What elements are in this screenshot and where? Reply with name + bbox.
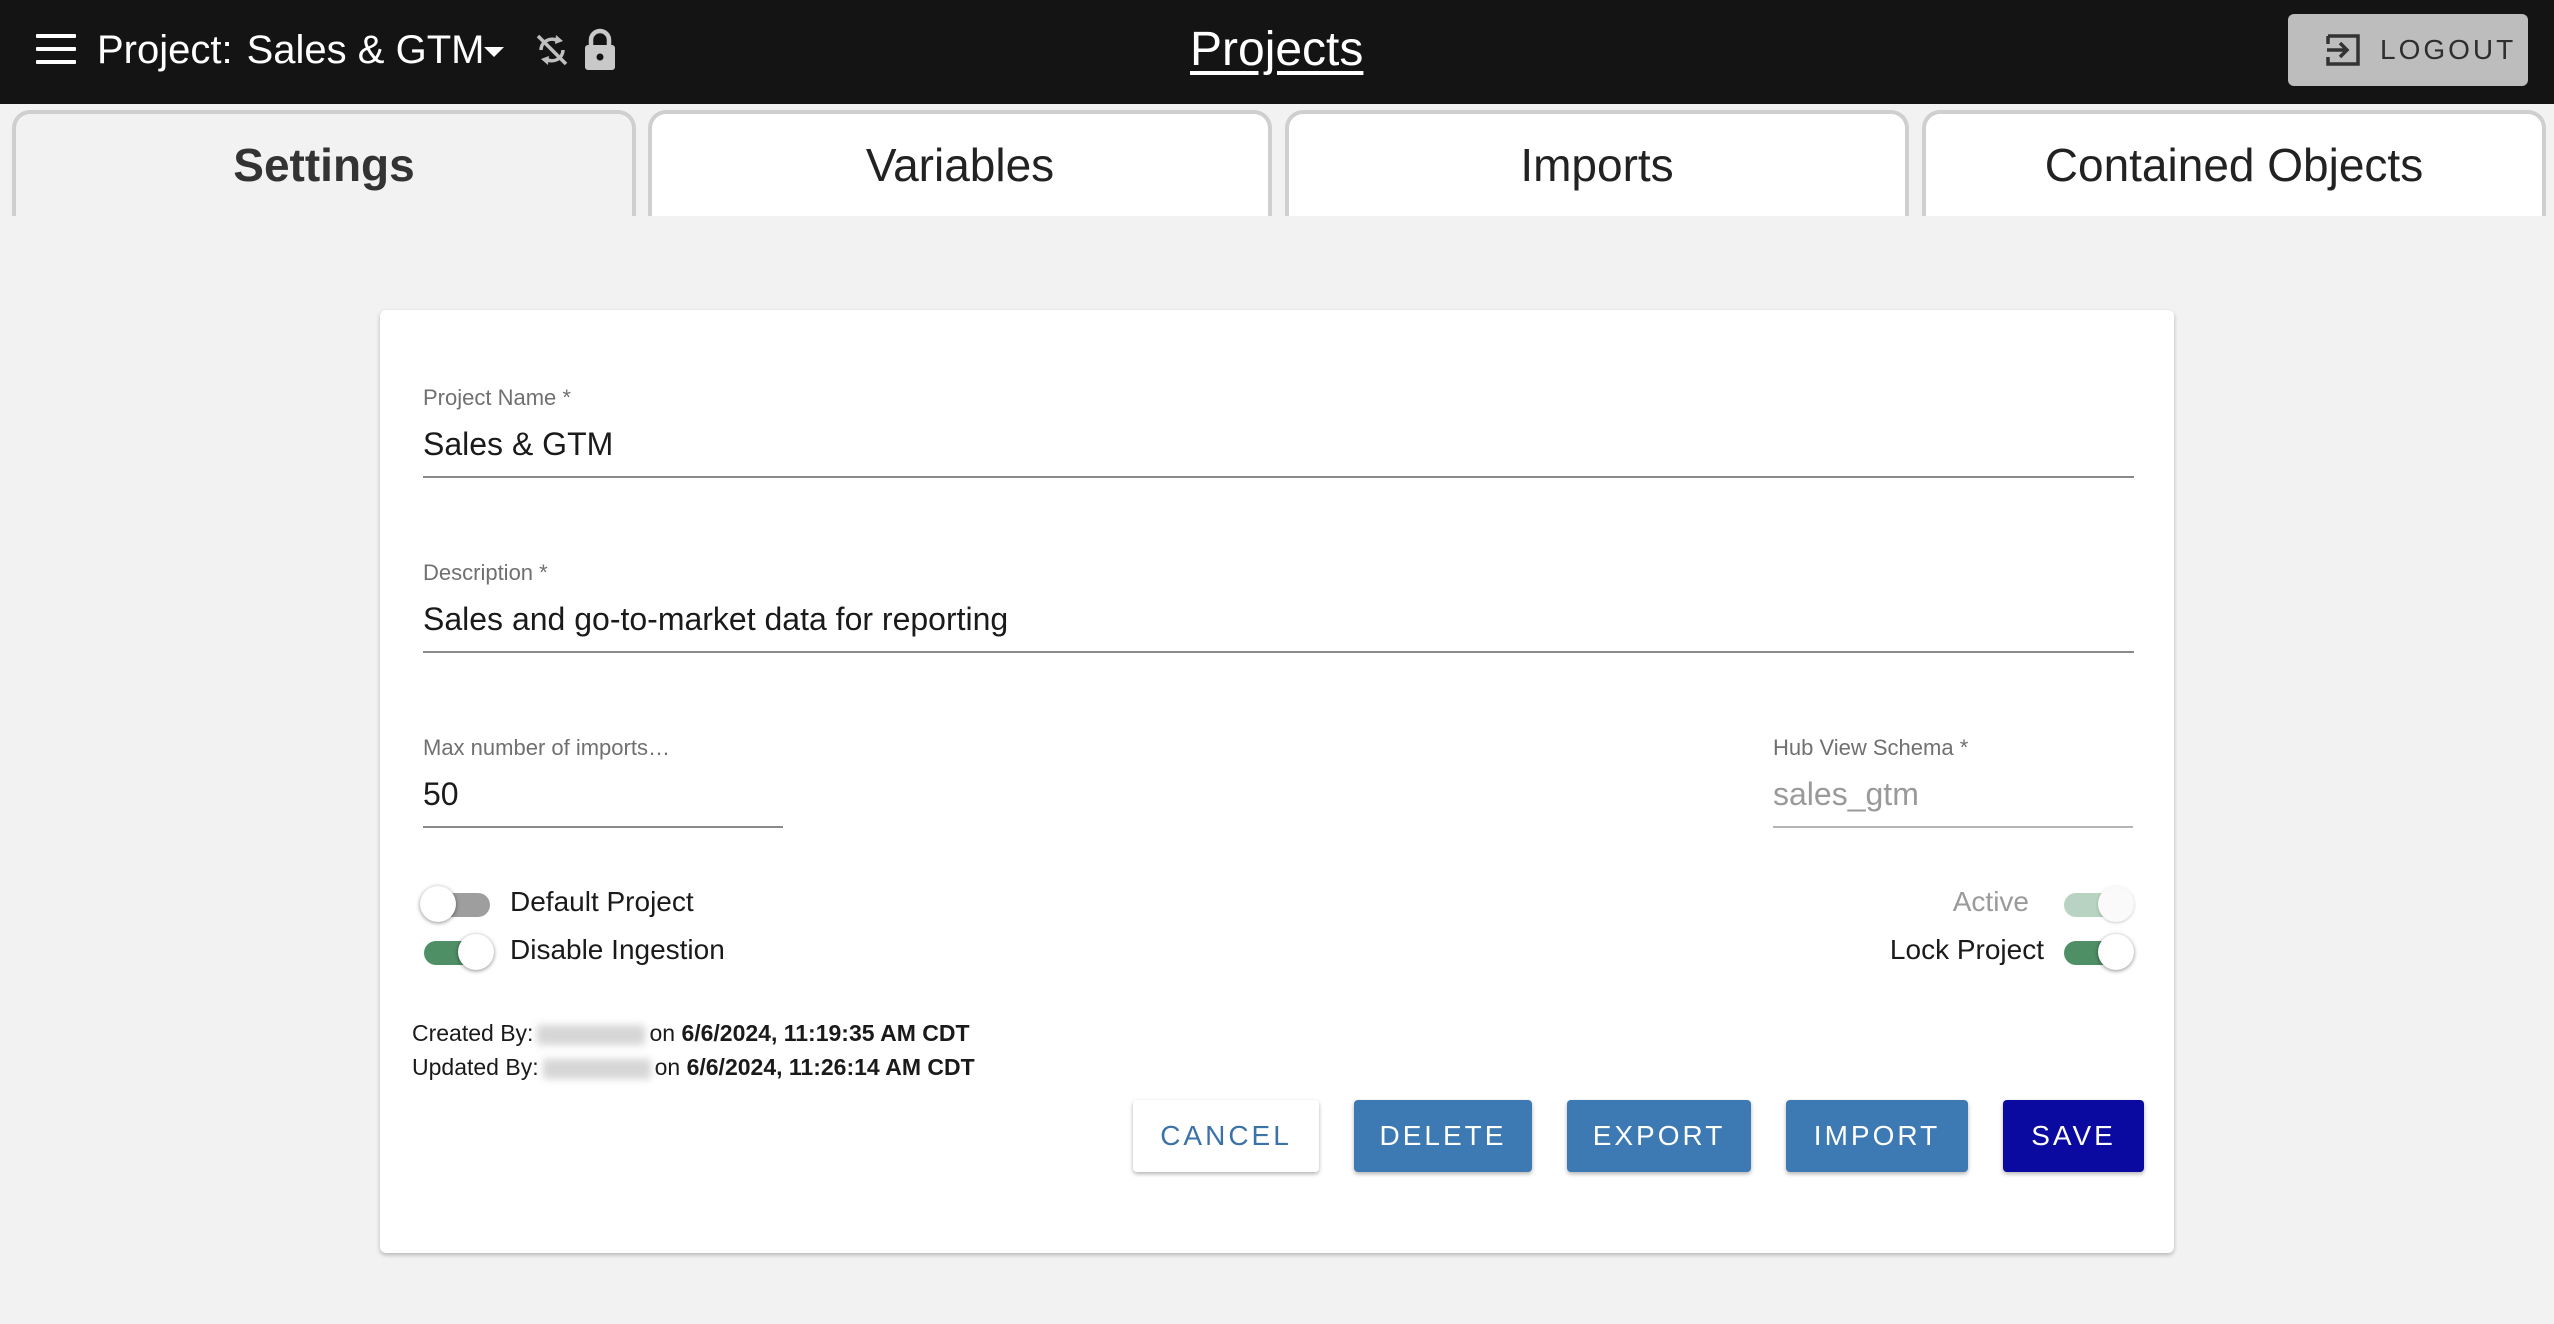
logout-label: LOGOUT bbox=[2380, 34, 2517, 65]
tab-bar: Settings Variables Imports Contained Obj… bbox=[0, 104, 2554, 216]
project-name-input[interactable]: Sales & GTM bbox=[423, 424, 2134, 464]
lock-project-toggle[interactable] bbox=[2060, 929, 2134, 971]
tab-contained-objects[interactable]: Contained Objects bbox=[1922, 110, 2546, 216]
export-button[interactable]: EXPORT bbox=[1567, 1100, 1751, 1172]
hamburger-menu-icon[interactable] bbox=[36, 34, 76, 66]
created-date: 6/6/2024, 11:19:35 AM CDT bbox=[681, 1020, 970, 1046]
delete-button[interactable]: DELETE bbox=[1354, 1100, 1532, 1172]
project-name-label: Project Name * bbox=[423, 385, 571, 410]
created-by-line: Created By: on 6/6/2024, 11:19:35 AM CDT bbox=[412, 1016, 970, 1050]
description-underline bbox=[423, 651, 2134, 653]
toggle-thumb bbox=[2098, 886, 2134, 922]
updated-by-line: Updated By: on 6/6/2024, 11:26:14 AM CDT bbox=[412, 1050, 975, 1084]
redacted-user-name bbox=[537, 1024, 646, 1045]
hub-view-schema-label: Hub View Schema * bbox=[1773, 735, 1969, 760]
max-imports-label: Max number of imports… bbox=[423, 735, 670, 760]
updated-date: 6/6/2024, 11:26:14 AM CDT bbox=[686, 1054, 975, 1080]
cancel-button[interactable]: CANCEL bbox=[1133, 1100, 1319, 1172]
disable-ingestion-label: Disable Ingestion bbox=[510, 934, 725, 965]
page-title[interactable]: Projects bbox=[1190, 22, 1363, 78]
tab-imports[interactable]: Imports bbox=[1285, 110, 1909, 216]
toggle-thumb bbox=[458, 934, 494, 970]
updated-on-word: on bbox=[654, 1054, 681, 1080]
project-name-field[interactable]: Project Name * Sales & GTM bbox=[423, 384, 2134, 478]
updated-by-prefix: Updated By: bbox=[412, 1054, 539, 1080]
default-project-label: Default Project bbox=[510, 886, 694, 917]
lock-project-label: Lock Project bbox=[1889, 934, 2044, 965]
lock-icon bbox=[585, 28, 615, 70]
logout-icon bbox=[2326, 34, 2360, 66]
max-imports-underline bbox=[423, 826, 783, 828]
logout-button[interactable]: LOGOUT bbox=[2288, 14, 2528, 86]
top-app-bar: Project: Sales & GTM Projects LOGOUT bbox=[0, 0, 2554, 104]
tab-variables[interactable]: Variables bbox=[648, 110, 1272, 216]
hub-view-schema-input: sales_gtm bbox=[1773, 776, 1919, 812]
active-label: Active bbox=[1952, 886, 2029, 917]
max-imports-input[interactable]: 50 bbox=[423, 774, 783, 814]
project-selector[interactable]: Project: Sales & GTM bbox=[97, 22, 484, 78]
hub-view-schema-underline bbox=[1773, 826, 2133, 828]
toggle-thumb bbox=[2098, 934, 2134, 970]
created-by-prefix: Created By: bbox=[412, 1020, 534, 1046]
tab-settings[interactable]: Settings bbox=[12, 110, 636, 216]
caret-down-icon[interactable] bbox=[484, 47, 504, 57]
active-toggle bbox=[2060, 881, 2134, 923]
max-imports-field[interactable]: Max number of imports… 50 bbox=[423, 734, 783, 828]
redacted-user-name bbox=[542, 1058, 651, 1079]
save-button[interactable]: SAVE bbox=[2003, 1100, 2144, 1172]
project-name-underline bbox=[423, 476, 2134, 478]
import-button[interactable]: IMPORT bbox=[1786, 1100, 1968, 1172]
description-label: Description * bbox=[423, 560, 548, 585]
project-settings-card: Project Name * Sales & GTM Description *… bbox=[380, 310, 2174, 1253]
description-field[interactable]: Description * Sales and go-to-market dat… bbox=[423, 559, 2134, 653]
hub-view-schema-field: Hub View Schema * sales_gtm bbox=[1773, 734, 2133, 828]
default-project-toggle[interactable] bbox=[420, 881, 494, 923]
description-input[interactable]: Sales and go-to-market data for reportin… bbox=[423, 599, 2134, 639]
sync-disabled-icon[interactable] bbox=[532, 30, 572, 70]
project-prefix: Project: bbox=[97, 28, 233, 72]
current-project-name: Sales & GTM bbox=[246, 28, 485, 72]
disable-ingestion-toggle[interactable] bbox=[420, 929, 494, 971]
toggle-thumb bbox=[420, 886, 456, 922]
created-on-word: on bbox=[649, 1020, 676, 1046]
